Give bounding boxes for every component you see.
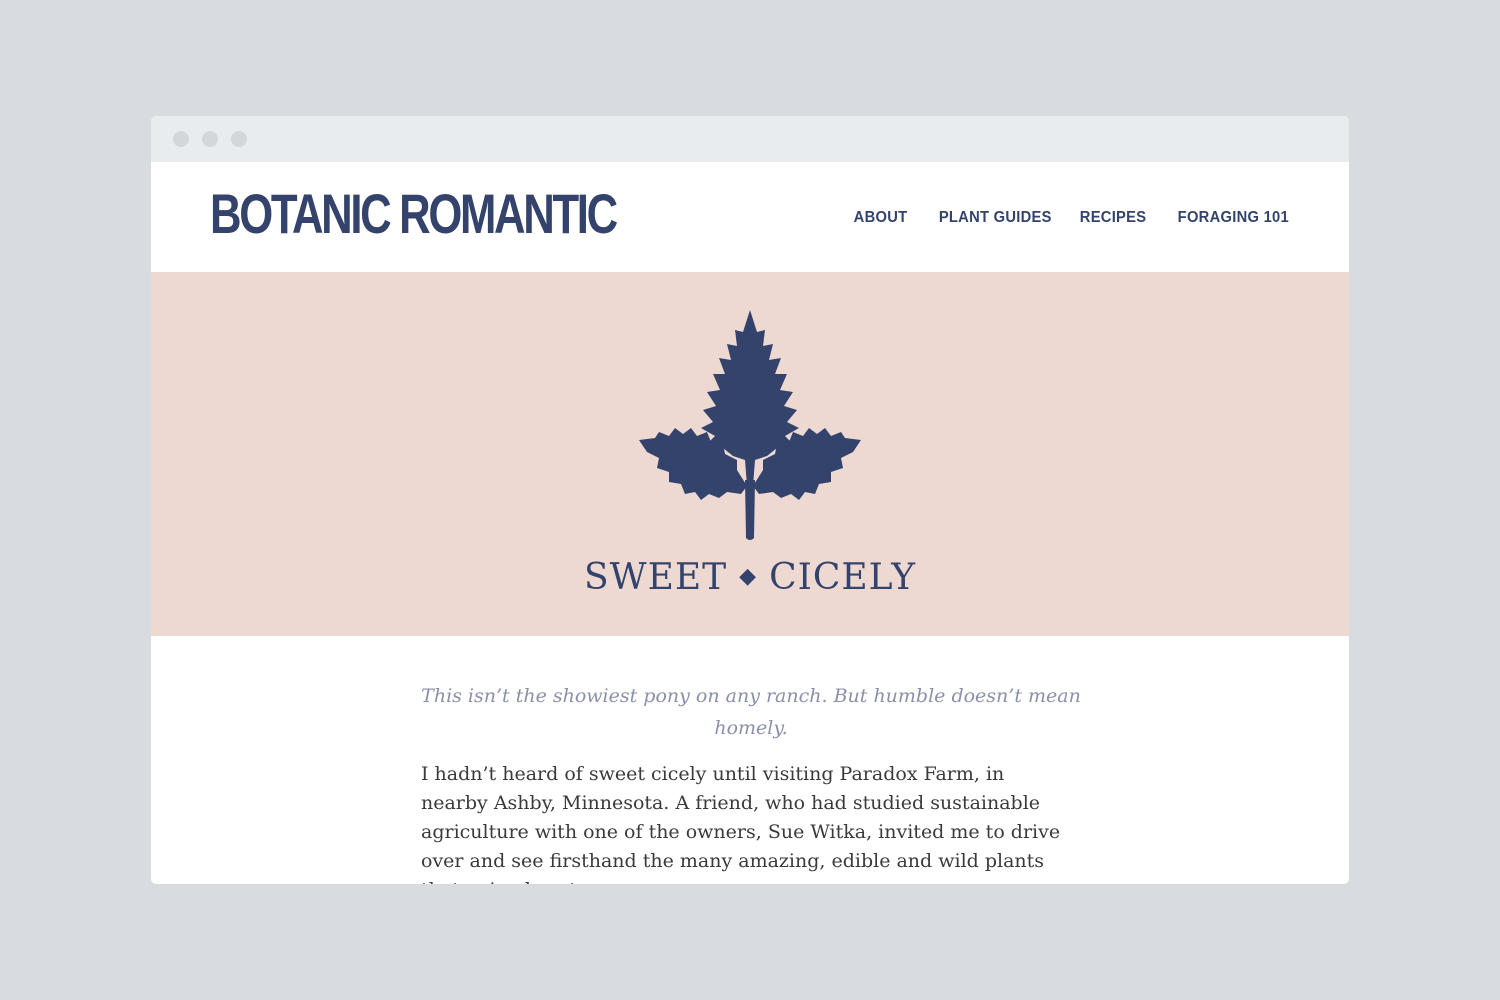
leaf-icon: [639, 310, 861, 540]
hero-banner: SWEET ◆ CICELY: [151, 272, 1349, 636]
nav-item-foraging-101[interactable]: FORAGING 101: [1178, 209, 1289, 227]
main-nav: ABOUT PLANT GUIDES RECIPES FORAGING 101: [827, 209, 1289, 227]
site-header: BOTANIC ROMANTIC ABOUT PLANT GUIDES RECI…: [151, 162, 1349, 272]
nav-item-about[interactable]: ABOUT: [853, 209, 907, 227]
hero-title-left: SWEET: [583, 557, 728, 598]
nav-item-recipes[interactable]: RECIPES: [1079, 209, 1146, 227]
article-content: This isn’t the showiest pony on any ranc…: [151, 636, 1349, 884]
site-logo[interactable]: BOTANIC ROMANTIC: [210, 184, 618, 244]
hero-title: SWEET ◆ CICELY: [151, 557, 1349, 598]
article-body: I hadn’t heard of sweet cicely until vis…: [421, 763, 1061, 884]
article-lede: This isn’t the showiest pony on any ranc…: [421, 685, 1081, 739]
window-maximize-dot[interactable]: [231, 131, 247, 147]
window-minimize-dot[interactable]: [202, 131, 218, 147]
browser-window: BOTANIC ROMANTIC ABOUT PLANT GUIDES RECI…: [151, 116, 1349, 884]
nav-item-plant-guides[interactable]: PLANT GUIDES: [939, 209, 1052, 227]
diamond-icon: ◆: [739, 564, 758, 589]
window-titlebar: [151, 116, 1349, 162]
window-close-dot[interactable]: [173, 131, 189, 147]
hero-title-right: CICELY: [769, 557, 917, 598]
